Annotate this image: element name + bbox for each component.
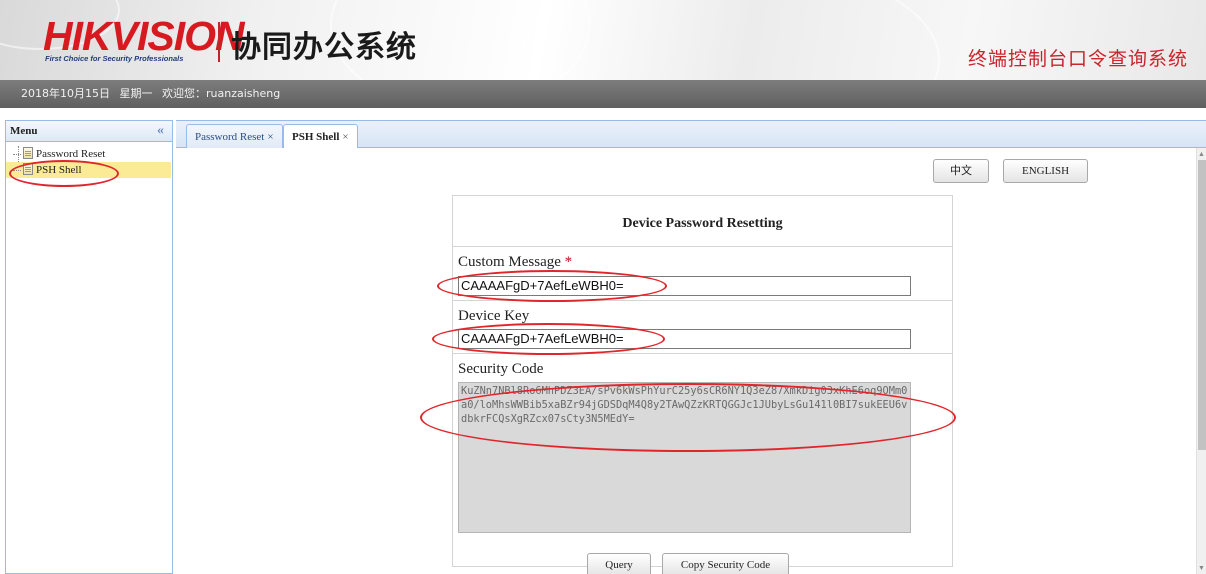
info-bar: 2018年10月15日 星期一 欢迎您：ruanzaisheng (0, 80, 1206, 108)
tab-strip: Password Reset × PSH Shell × (176, 120, 1206, 150)
tab-password-reset[interactable]: Password Reset × (186, 124, 283, 149)
hikvision-logo: HIKVISION First Choice for Security Prof… (43, 13, 245, 64)
logo-text: HIKVISION (43, 13, 245, 59)
query-button[interactable]: Query (587, 553, 651, 574)
collapse-icon[interactable]: « (157, 121, 164, 140)
tab-panel: Password Reset × PSH Shell × 中文 ENGLISH De… (176, 120, 1206, 574)
tab-psh-shell[interactable]: PSH Shell × (283, 124, 358, 150)
menu-title: Menu (10, 125, 38, 137)
psh-shell-content: 中文 ENGLISH Device Password Resetting Cus… (176, 148, 1196, 574)
required-mark: * (564, 254, 573, 270)
security-code-textarea[interactable]: KuZNn7NBl8Ro6MhPDZ3EA/sPv6kWsPhYurC25y6s… (458, 382, 911, 533)
device-password-form: Device Password Resetting Custom Message… (452, 195, 953, 567)
menu-item-label: PSH Shell (36, 164, 82, 176)
current-weekday: 星期一 (119, 87, 153, 100)
header-banner: HIKVISION First Choice for Security Prof… (0, 0, 1206, 80)
vertical-scrollbar[interactable]: ▲ ▼ (1196, 148, 1206, 574)
banner-decoration (520, 0, 940, 80)
custom-message-label: Custom Message * (458, 254, 573, 270)
app-title: 终端控制台口令查询系统 (967, 48, 1188, 70)
english-language-button[interactable]: ENGLISH (1003, 159, 1088, 183)
file-icon (23, 163, 33, 175)
menu-panel: Menu « Password Reset PSH Shell (5, 120, 173, 574)
welcome-user: 欢迎您：ruanzaisheng (162, 87, 281, 100)
device-key-input[interactable]: CAAAAFgD+7AefLeWBH0= (458, 329, 911, 349)
scroll-down-icon[interactable]: ▼ (1198, 564, 1205, 572)
copy-security-code-button[interactable]: Copy Security Code (662, 553, 789, 574)
menu-tree: Password Reset PSH Shell (6, 142, 172, 178)
scrollbar-thumb[interactable] (1198, 160, 1206, 450)
security-code-row: Security Code KuZNn7NBl8Ro6MhPDZ3EA/sPv6… (453, 355, 952, 567)
tab-label: Password Reset (195, 131, 265, 143)
device-key-label: Device Key (458, 308, 530, 324)
system-title: 协同办公系统 (231, 30, 417, 65)
security-code-label: Security Code (458, 361, 544, 377)
device-key-row: Device Key CAAAAFgD+7AefLeWBH0= (453, 302, 952, 354)
custom-message-row: Custom Message * CAAAAFgD+7AefLeWBH0= (453, 248, 952, 301)
file-icon (23, 147, 33, 159)
current-date: 2018年10月15日 (21, 87, 110, 100)
menu-header: Menu « (6, 121, 172, 142)
menu-item-psh-shell[interactable]: PSH Shell (6, 162, 171, 178)
menu-item-label: Password Reset (36, 148, 106, 160)
chinese-language-button[interactable]: 中文 (933, 159, 989, 183)
tab-label: PSH Shell (292, 131, 340, 143)
custom-message-input[interactable]: CAAAAFgD+7AefLeWBH0= (458, 276, 911, 296)
form-title: Device Password Resetting (453, 196, 952, 247)
close-icon[interactable]: × (267, 131, 273, 143)
close-icon[interactable]: × (342, 131, 348, 143)
menu-item-password-reset[interactable]: Password Reset (6, 146, 172, 162)
scroll-up-icon[interactable]: ▲ (1198, 150, 1205, 158)
logo-divider (218, 22, 220, 62)
